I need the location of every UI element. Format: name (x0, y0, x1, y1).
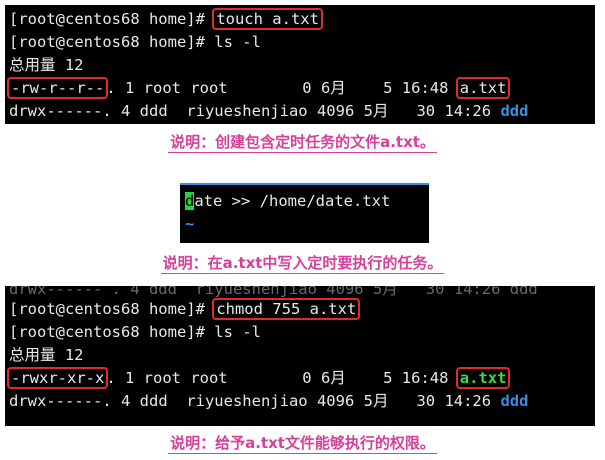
vim-empty-line-marker: ~ (185, 215, 195, 233)
shell-prompt: [root@centos68 home]# (9, 10, 215, 28)
vim-text-line: date >> /home/date.txt (185, 190, 424, 213)
terminal-line: [root@centos68 home]# ls -l (9, 323, 261, 341)
permission-highlight: -rwxr-xr-x (6, 367, 109, 389)
directory-name: ddd (500, 102, 529, 120)
chmod-command-highlight: chmod 755 a.txt (212, 298, 361, 320)
caption-grant-permission: 说明：给予a.txt文件能够执行的权限。 (168, 434, 437, 454)
filename-highlight: a.txt (455, 77, 511, 99)
terminal-line: [root@centos68 home]# touch a.txt (9, 8, 591, 31)
vim-cursor: d (185, 192, 195, 210)
permission: drwx------ (9, 392, 103, 410)
listing-row-atxt: -rw-r--r--. 1 root root 0 6月 5 16:48 a.t… (6, 77, 591, 100)
touch-command-highlight: touch a.txt (212, 8, 323, 30)
executable-filename-highlight: a.txt (455, 367, 511, 389)
total-line: 总用量 12 (9, 346, 84, 364)
scrolled-partial-line: drwx------ . 4 ddd riyueshenjiao 4096 5月… (9, 286, 538, 298)
caption-create-file: 说明：创建包含定时任务的文件a.txt。 (168, 133, 437, 153)
listing-row-ddd: drwx------. 4 ddd riyueshenjiao 4096 5月 … (9, 100, 591, 123)
caption-write-task: 说明：在a.txt中写入定时要执行的任务。 (160, 254, 445, 274)
terminal-panel-chmod: drwx------ . 4 ddd riyueshenjiao 4096 5月… (5, 286, 595, 426)
permission: drwx------ (9, 102, 103, 120)
shell-prompt: [root@centos68 home]# (9, 300, 215, 318)
terminal-line: [root@centos68 home]# ls -l (9, 33, 261, 51)
vim-top-border (180, 183, 429, 185)
permission-highlight: -rw-r--r-- (6, 77, 109, 99)
vim-editor-panel: date >> /home/date.txt ~ (180, 183, 429, 243)
directory-name: ddd (500, 392, 529, 410)
terminal-panel-touch: [root@centos68 home]# touch a.txt [root@… (5, 5, 595, 124)
total-line: 总用量 12 (9, 56, 84, 74)
listing-details: . 1 root root 0 6月 5 16:48 (106, 79, 458, 97)
listing-row-ddd: drwx------. 4 ddd riyueshenjiao 4096 5月 … (9, 390, 591, 413)
listing-details: . 1 root root 0 6月 5 16:48 (106, 369, 458, 387)
listing-details: . 4 ddd riyueshenjiao 4096 5月 30 14:26 (102, 392, 501, 410)
listing-details: . 4 ddd riyueshenjiao 4096 5月 30 14:26 (102, 102, 501, 120)
vim-text: ate >> /home/date.txt (194, 192, 391, 210)
terminal-line: [root@centos68 home]# chmod 755 a.txt (9, 298, 591, 321)
listing-row-atxt: -rwxr-xr-x. 1 root root 0 6月 5 16:48 a.t… (6, 367, 591, 390)
